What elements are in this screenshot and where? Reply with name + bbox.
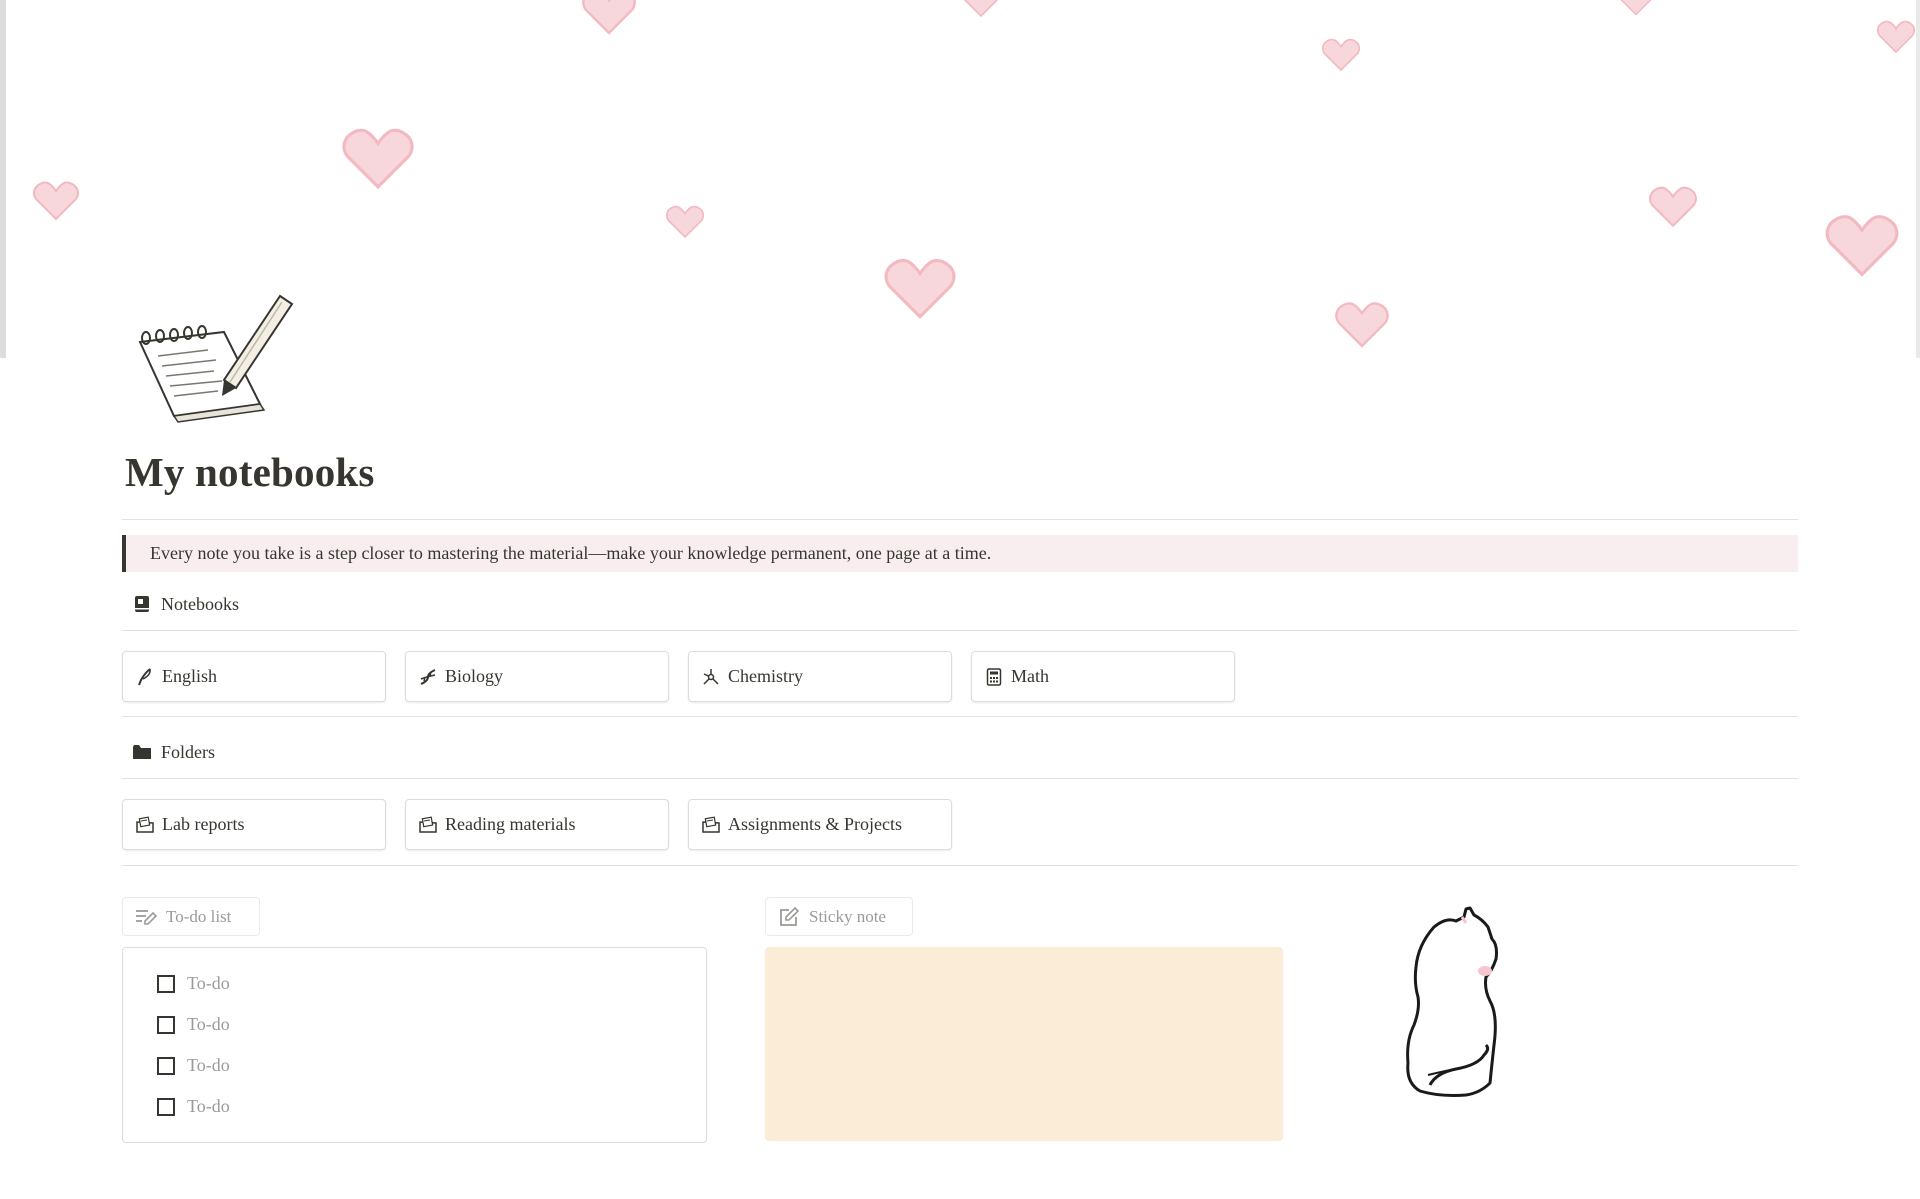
notebook-label: English	[162, 666, 218, 686]
heart-icon	[582, 0, 636, 35]
todo-checkbox[interactable]	[157, 974, 175, 993]
notebook-button-chemistry[interactable]: Chemistry	[688, 651, 952, 702]
sticky-note-tag[interactable]: Sticky note	[765, 897, 913, 936]
folder-doc-icon	[135, 815, 155, 835]
notebook-label: Math	[1011, 666, 1049, 686]
todo-list-tag[interactable]: To-do list	[122, 897, 260, 936]
heart-icon	[1825, 215, 1899, 277]
note-edit-icon	[778, 906, 800, 927]
tag-label: To-do list	[166, 906, 232, 926]
heart-icon	[963, 0, 999, 18]
heart-icon	[1649, 186, 1697, 228]
folders-buttons: Lab reports Reading materials Assignment…	[122, 799, 952, 850]
todo-item: To-do	[157, 973, 230, 994]
heart-icon	[33, 181, 79, 221]
folder-label: Assignments & Projects	[728, 814, 902, 834]
heart-icon	[1335, 302, 1389, 348]
todo-checkbox[interactable]	[157, 1097, 175, 1116]
notebook-label: Biology	[445, 666, 504, 686]
notebook-label: Chemistry	[728, 666, 803, 686]
todo-text[interactable]: To-do	[187, 1055, 230, 1076]
todo-checkbox[interactable]	[157, 1015, 175, 1034]
todo-checkbox[interactable]	[157, 1056, 175, 1075]
cat-illustration	[1406, 906, 1498, 1097]
folder-button-assignments-projects[interactable]: Assignments & Projects	[688, 799, 952, 850]
heart-icon	[342, 128, 414, 190]
todo-text[interactable]: To-do	[187, 1014, 230, 1035]
list-edit-icon	[135, 907, 157, 927]
molecule-icon	[701, 667, 721, 687]
folder-button-reading-materials[interactable]: Reading materials	[405, 799, 669, 850]
folders-heading[interactable]: Folders	[132, 737, 215, 767]
quote-block[interactable]: Every note you take is a step closer to …	[122, 535, 1798, 572]
divider	[122, 865, 1798, 866]
todo-item: To-do	[157, 1096, 230, 1117]
divider	[122, 519, 1798, 520]
notebook-button-english[interactable]: English	[122, 651, 386, 702]
notepad-pencil-icon[interactable]	[132, 292, 302, 426]
heart-icon	[1620, 0, 1652, 16]
folder-doc-icon	[418, 815, 438, 835]
sticky-note-area[interactable]	[765, 947, 1283, 1141]
heart-icon	[665, 205, 705, 239]
heart-icon	[1321, 38, 1361, 72]
heart-icon	[884, 258, 956, 319]
notebook-button-math[interactable]: Math	[971, 651, 1235, 702]
folder-label: Reading materials	[445, 814, 576, 834]
dna-icon	[418, 667, 438, 687]
divider	[122, 716, 1798, 717]
notebooks-buttons: English Biology Chemistry Math	[122, 651, 1235, 702]
divider	[122, 778, 1798, 779]
notebook-icon	[132, 594, 152, 614]
folder-button-lab-reports[interactable]: Lab reports	[122, 799, 386, 850]
folder-label: Lab reports	[162, 814, 245, 834]
quill-icon	[135, 667, 155, 687]
todo-list: To-do To-do To-do To-do	[122, 947, 707, 1143]
todo-item: To-do	[157, 1014, 230, 1035]
section-label: Notebooks	[161, 593, 239, 614]
folder-doc-icon	[701, 815, 721, 835]
notion-page: My notebooks Every note you take is a st…	[0, 0, 1920, 1199]
heart-icon	[1876, 20, 1916, 54]
todo-text[interactable]: To-do	[187, 973, 230, 994]
folder-icon	[132, 742, 152, 762]
todo-item: To-do	[157, 1055, 230, 1076]
section-label: Folders	[161, 741, 215, 762]
calculator-icon	[984, 667, 1004, 687]
divider	[122, 630, 1798, 631]
todo-text[interactable]: To-do	[187, 1096, 230, 1117]
notebook-button-biology[interactable]: Biology	[405, 651, 669, 702]
notebooks-heading[interactable]: Notebooks	[132, 589, 239, 619]
tag-label: Sticky note	[809, 906, 886, 926]
page-title[interactable]: My notebooks	[125, 448, 375, 496]
